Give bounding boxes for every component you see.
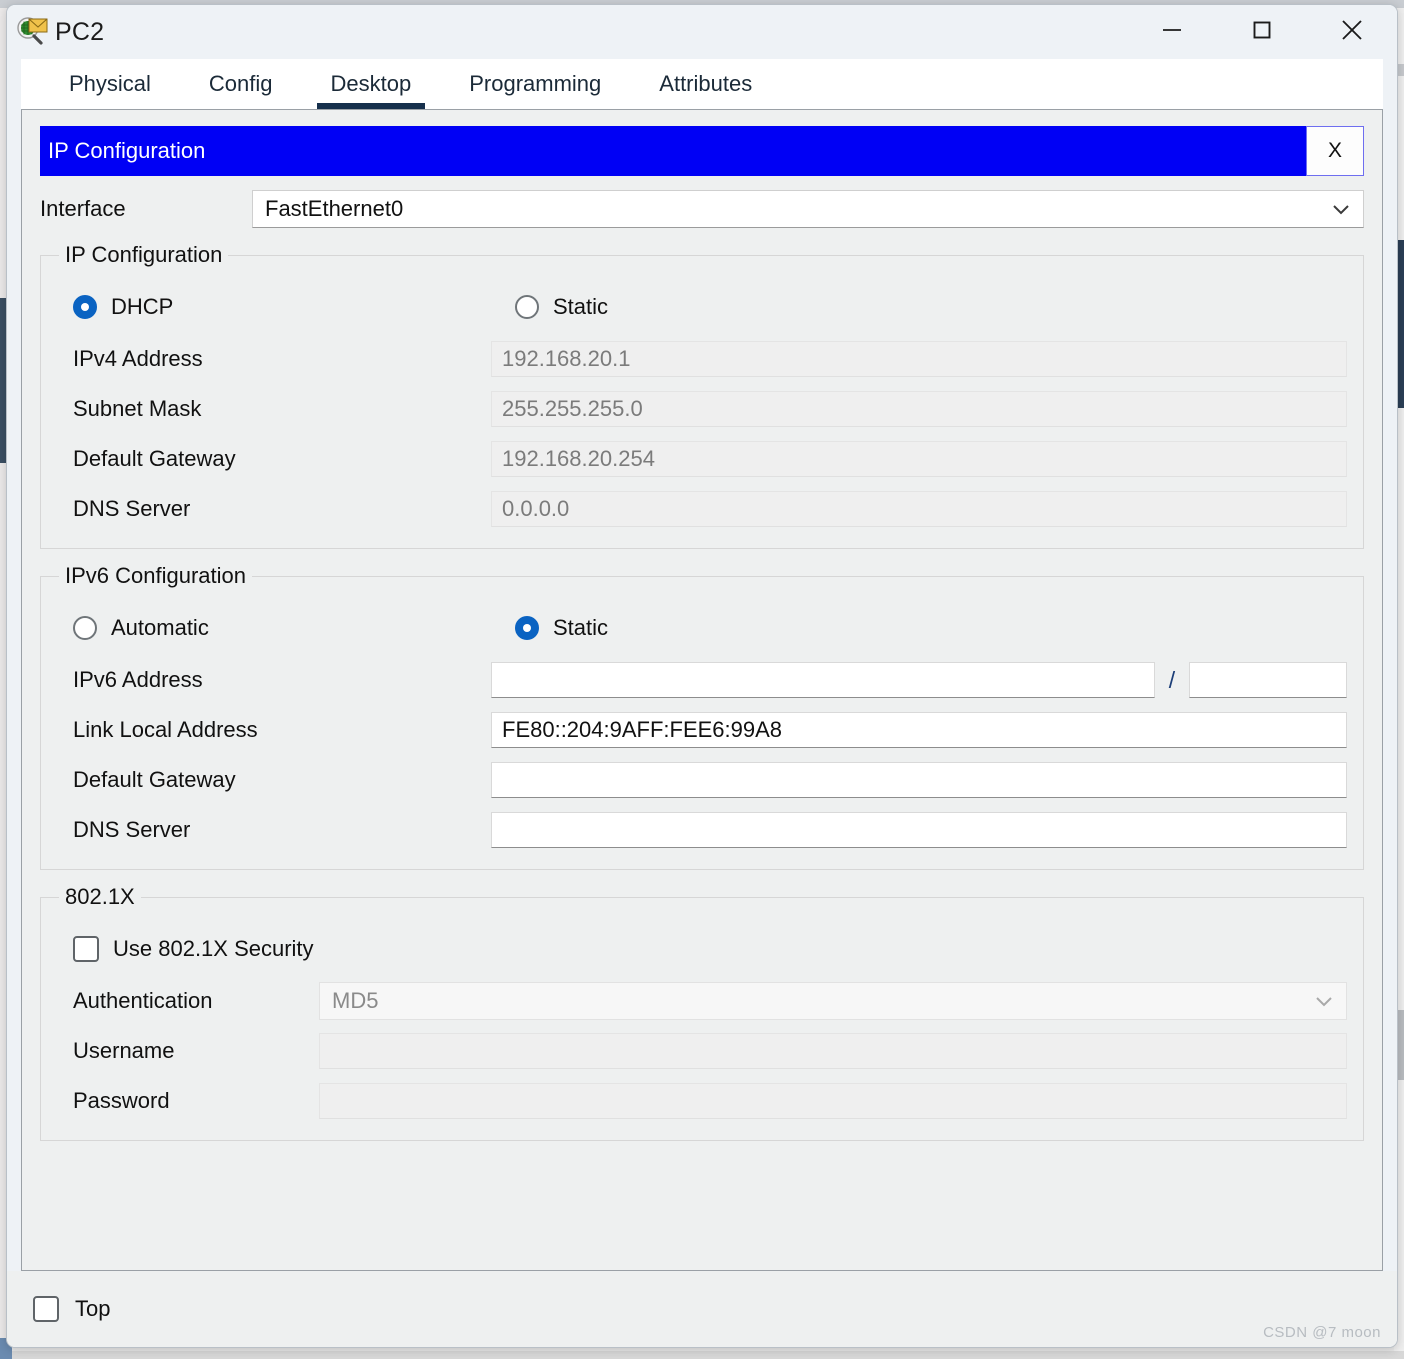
interface-select[interactable]: FastEthernet0 — [252, 190, 1364, 228]
chevron-down-icon — [1331, 196, 1351, 222]
ipv6-default-gateway-row: Default Gateway — [57, 759, 1347, 801]
window-titlebar[interactable]: PC2 — [7, 5, 1397, 59]
ipv4-address-row: IPv4 Address 192.168.20.1 — [57, 338, 1347, 380]
top-checkbox[interactable]: Top — [33, 1296, 110, 1322]
watermark: CSDN @7 moon — [1263, 1324, 1381, 1341]
ip-configuration-banner: IP Configuration X — [40, 126, 1364, 176]
ipv6-configuration-legend: IPv6 Configuration — [59, 563, 252, 589]
maximize-icon — [1249, 17, 1275, 48]
username-row: Username — [57, 1030, 1347, 1072]
desktop-panel: IP Configuration X Interface FastEtherne… — [21, 109, 1383, 1271]
ipv6-default-gateway-label: Default Gateway — [57, 767, 491, 793]
ip-configuration-banner-title: IP Configuration — [40, 126, 1306, 176]
radio-ipv6-automatic[interactable]: Automatic — [57, 615, 507, 641]
ip-mode-row: DHCP Static — [57, 284, 1347, 330]
ipv4-default-gateway-label: Default Gateway — [57, 446, 491, 472]
ipv6-link-local-input[interactable]: FE80::204:9AFF:FEE6:99A8 — [491, 712, 1347, 748]
interface-label: Interface — [40, 196, 252, 222]
ipv6-default-gateway-input[interactable] — [491, 762, 1347, 798]
radio-dhcp[interactable]: DHCP — [57, 294, 507, 320]
ipv6-mode-row: Automatic Static — [57, 605, 1347, 651]
window-footer: Top — [7, 1271, 1397, 1347]
authentication-row: Authentication MD5 — [57, 980, 1347, 1022]
interface-row: Interface FastEthernet0 — [40, 190, 1364, 228]
ip-configuration-close-button[interactable]: X — [1306, 126, 1364, 176]
ipv6-configuration-group: IPv6 Configuration Automatic Static IPv6… — [40, 563, 1364, 870]
top-checkbox-box — [33, 1296, 59, 1322]
ipv4-dns-server-row: DNS Server 0.0.0.0 — [57, 488, 1347, 530]
ipv6-address-row: IPv6 Address / — [57, 659, 1347, 701]
packet-tracer-inspect-icon — [15, 15, 49, 49]
radio-ipv4-static-label: Static — [553, 294, 608, 320]
tab-programming[interactable]: Programming — [447, 65, 623, 109]
ipv4-address-input[interactable]: 192.168.20.1 — [491, 341, 1347, 377]
subnet-mask-input[interactable]: 255.255.255.0 — [491, 391, 1347, 427]
radio-dhcp-label: DHCP — [111, 294, 173, 320]
pc-device-window: PC2 — [6, 4, 1398, 1348]
ipv4-dns-server-input[interactable]: 0.0.0.0 — [491, 491, 1347, 527]
use-8021x-security-checkbox[interactable]: Use 802.1X Security — [57, 926, 1347, 972]
radio-ipv6-static-label: Static — [553, 615, 608, 641]
tab-attributes[interactable]: Attributes — [637, 65, 774, 109]
radio-ipv6-automatic-label: Automatic — [111, 615, 209, 641]
ip-configuration-legend: IP Configuration — [59, 242, 228, 268]
ip-configuration-group: IP Configuration DHCP Static IPv4 Addres… — [40, 242, 1364, 549]
authentication-select[interactable]: MD5 — [319, 982, 1347, 1020]
tab-physical[interactable]: Physical — [47, 65, 173, 109]
username-input[interactable] — [319, 1033, 1347, 1069]
ipv6-address-input[interactable] — [491, 662, 1155, 698]
close-button[interactable] — [1307, 5, 1397, 59]
ipv6-prefix-length-input[interactable] — [1189, 662, 1347, 698]
security-8021x-group: 802.1X Use 802.1X Security Authenticatio… — [40, 884, 1364, 1141]
use-8021x-security-checkbox-box — [73, 936, 99, 962]
username-label: Username — [57, 1038, 319, 1064]
tab-config[interactable]: Config — [187, 65, 295, 109]
window-controls — [1127, 5, 1397, 59]
close-icon — [1337, 15, 1367, 50]
tab-desktop[interactable]: Desktop — [309, 65, 434, 109]
maximize-button[interactable] — [1217, 5, 1307, 59]
device-tabs: Physical Config Desktop Programming Attr… — [21, 59, 1383, 109]
radio-ipv4-static[interactable]: Static — [507, 294, 608, 320]
security-8021x-legend: 802.1X — [59, 884, 141, 910]
password-label: Password — [57, 1088, 319, 1114]
radio-dhcp-indicator — [73, 295, 97, 319]
password-row: Password — [57, 1080, 1347, 1122]
authentication-label: Authentication — [57, 988, 319, 1014]
radio-ipv6-automatic-indicator — [73, 616, 97, 640]
ipv6-link-local-label: Link Local Address — [57, 717, 491, 743]
authentication-select-value: MD5 — [332, 988, 378, 1014]
use-8021x-security-label: Use 802.1X Security — [113, 936, 314, 962]
top-checkbox-label: Top — [75, 1296, 110, 1322]
ipv4-dns-server-label: DNS Server — [57, 496, 491, 522]
minimize-icon — [1159, 17, 1185, 48]
minimize-button[interactable] — [1127, 5, 1217, 59]
ipv4-address-label: IPv4 Address — [57, 346, 491, 372]
ipv4-default-gateway-input[interactable]: 192.168.20.254 — [491, 441, 1347, 477]
password-input[interactable] — [319, 1083, 1347, 1119]
ipv4-default-gateway-row: Default Gateway 192.168.20.254 — [57, 438, 1347, 480]
ipv6-dns-server-row: DNS Server — [57, 809, 1347, 851]
ipv6-dns-server-label: DNS Server — [57, 817, 491, 843]
interface-select-value: FastEthernet0 — [265, 196, 403, 222]
radio-ipv6-static-indicator — [515, 616, 539, 640]
ipv6-link-local-row: Link Local Address FE80::204:9AFF:FEE6:9… — [57, 709, 1347, 751]
ipv6-prefix-separator: / — [1155, 667, 1189, 694]
radio-ipv4-static-indicator — [515, 295, 539, 319]
ipv6-address-label: IPv6 Address — [57, 667, 491, 693]
subnet-mask-row: Subnet Mask 255.255.255.0 — [57, 388, 1347, 430]
subnet-mask-label: Subnet Mask — [57, 396, 491, 422]
chevron-down-icon — [1314, 988, 1334, 1014]
radio-ipv6-static[interactable]: Static — [507, 615, 608, 641]
window-title: PC2 — [55, 18, 104, 47]
ipv6-dns-server-input[interactable] — [491, 812, 1347, 848]
